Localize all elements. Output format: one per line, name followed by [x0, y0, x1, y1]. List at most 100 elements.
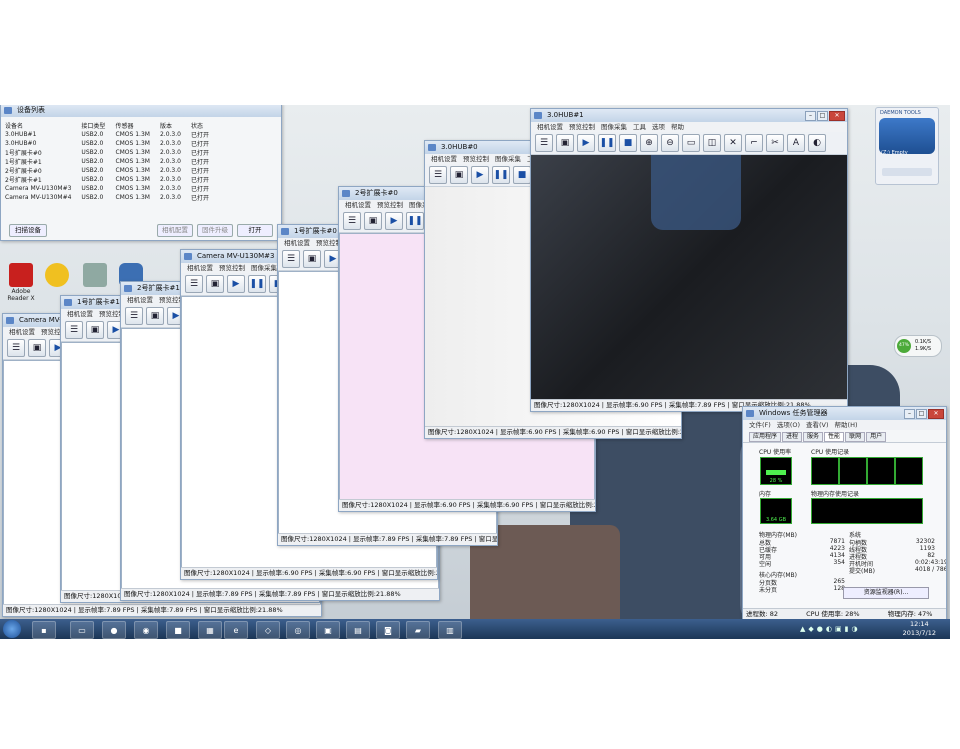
settings-icon[interactable]: ▣: [303, 250, 321, 268]
gadget-toolbar[interactable]: [882, 168, 932, 176]
desktop-icon-adobe-reader[interactable]: Adobe Reader X: [2, 263, 40, 302]
task-manager-tab[interactable]: 性能: [824, 432, 845, 442]
close-button[interactable]: ✕: [829, 111, 845, 121]
taskbar-app-3[interactable]: ■: [166, 621, 190, 639]
taskbar-app-9[interactable]: ◙: [376, 621, 400, 639]
start-button[interactable]: [3, 620, 21, 638]
camera-menu-item[interactable]: 预览控制: [377, 201, 403, 209]
tools-icon[interactable]: ✕: [724, 134, 742, 152]
zoom-out-icon[interactable]: ⊖: [661, 134, 679, 152]
stop-icon[interactable]: ■: [513, 166, 531, 184]
task-manager-menu-item[interactable]: 帮助(H): [835, 421, 858, 429]
play-icon[interactable]: ▶: [227, 275, 245, 293]
camera-menu-item[interactable]: 预览控制: [219, 264, 245, 272]
taskbar-app-2[interactable]: ●: [102, 621, 126, 639]
settings-icon[interactable]: ▣: [206, 275, 224, 293]
device-row[interactable]: 3.0HUB#0 USB2.0 CMOS 1.3M 2.0.3.0 已打开: [5, 139, 219, 148]
taskbar-app-5[interactable]: ◇: [256, 621, 280, 639]
firmware-upgrade-button[interactable]: 固件升级: [197, 224, 233, 237]
taskbar-explorer-icon[interactable]: ▭: [70, 621, 94, 639]
maximize-button[interactable]: □: [916, 409, 927, 419]
task-manager-menu-item[interactable]: 选项(O): [777, 421, 800, 429]
snapshot-icon[interactable]: ◫: [703, 134, 721, 152]
task-manager-menu-item[interactable]: 文件(F): [749, 421, 771, 429]
device-list-icon[interactable]: ☰: [65, 321, 83, 339]
device-list-icon[interactable]: ☰: [185, 275, 203, 293]
maximize-button[interactable]: □: [817, 111, 828, 121]
color-wheel-icon[interactable]: ◐: [808, 134, 826, 152]
taskbar-app-10[interactable]: ▰: [406, 621, 430, 639]
minimize-button[interactable]: –: [904, 409, 915, 419]
task-manager-tab[interactable]: 用户: [866, 432, 887, 442]
camera-menu-item[interactable]: 相机设置: [127, 296, 153, 304]
play-icon[interactable]: ▶: [577, 134, 595, 152]
settings-icon[interactable]: ▣: [28, 339, 46, 357]
device-row[interactable]: Camera MV-U130M#4 USB2.0 CMOS 1.3M 2.0.3.0 已…: [5, 193, 219, 202]
device-list-icon[interactable]: ☰: [343, 212, 361, 230]
system-tray-icons[interactable]: ▲◆●◐▣▮◑: [800, 625, 861, 633]
task-manager-tab[interactable]: 进程: [782, 432, 803, 442]
taskbar-app-1[interactable]: ▪: [32, 621, 56, 639]
taskbar-app-7[interactable]: ▣: [316, 621, 340, 639]
camera-menu-item[interactable]: 预览控制: [569, 123, 595, 131]
settings-icon[interactable]: ▣: [146, 307, 164, 325]
stop-icon[interactable]: ■: [619, 134, 637, 152]
pause-icon[interactable]: ❚❚: [248, 275, 266, 293]
task-manager-tab[interactable]: 服务: [803, 432, 824, 442]
task-manager-tab[interactable]: 应用程序: [749, 432, 782, 442]
pause-icon[interactable]: ❚❚: [492, 166, 510, 184]
taskbar-app-11[interactable]: ▥: [438, 621, 462, 639]
camera-menu-item[interactable]: 预览控制: [463, 155, 489, 163]
ruler-icon[interactable]: ⌐: [745, 134, 763, 152]
minimize-button[interactable]: –: [805, 111, 816, 121]
device-list-icon[interactable]: ☰: [282, 250, 300, 268]
desktop-icon-qq[interactable]: [38, 263, 76, 288]
camera-menu-item[interactable]: 相机设置: [284, 239, 310, 247]
play-icon[interactable]: ▶: [471, 166, 489, 184]
task-manager-tab[interactable]: 联网: [845, 432, 866, 442]
ae-icon[interactable]: A: [787, 134, 805, 152]
settings-icon[interactable]: ▣: [364, 212, 382, 230]
camera-menu-item[interactable]: 相机设置: [345, 201, 371, 209]
device-column-header[interactable]: 版本: [160, 121, 191, 130]
device-list-icon[interactable]: ☰: [535, 134, 553, 152]
device-row[interactable]: 3.0HUB#1 USB2.0 CMOS 1.3M 2.0.3.0 已打开: [5, 130, 219, 139]
camera-menu-item[interactable]: 选项: [652, 123, 665, 131]
zoom-in-icon[interactable]: ⊕: [640, 134, 658, 152]
camera-menu-item[interactable]: 相机设置: [431, 155, 457, 163]
camera-preview[interactable]: [531, 155, 847, 400]
taskbar-app-4[interactable]: ▦: [198, 621, 222, 639]
camera-menu-item[interactable]: 相机设置: [9, 328, 35, 336]
device-column-header[interactable]: 接口类型: [81, 121, 115, 130]
taskbar-clock[interactable]: 12:14 2013/7/12: [903, 620, 936, 638]
taskbar-app-6[interactable]: ◎: [286, 621, 310, 639]
resource-monitor-button[interactable]: 资源监视器(R)...: [843, 587, 929, 599]
camera-menu-item[interactable]: 图像采集: [251, 264, 277, 272]
daemon-tools-gadget[interactable]: DAEMON TOOLS (Z:) Empty: [875, 107, 939, 185]
device-row[interactable]: 1号扩展卡#1 USB2.0 CMOS 1.3M 2.0.3.0 已打开: [5, 157, 219, 166]
camera-config-button[interactable]: 相机配置: [157, 224, 193, 237]
device-column-header[interactable]: 设备名: [5, 121, 81, 130]
camera-menu-item[interactable]: 图像采集: [495, 155, 521, 163]
taskbar-chrome-icon[interactable]: ◉: [134, 621, 158, 639]
device-row[interactable]: 1号扩展卡#0 USB2.0 CMOS 1.3M 2.0.3.0 已打开: [5, 148, 219, 157]
scan-devices-button[interactable]: 扫描设备: [9, 224, 47, 237]
camera-menu-item[interactable]: 工具: [633, 123, 646, 131]
desktop-icon-app[interactable]: [76, 263, 114, 288]
monitor-icon[interactable]: ▭: [682, 134, 700, 152]
device-list-icon[interactable]: ☰: [429, 166, 447, 184]
device-list-icon[interactable]: ☰: [125, 307, 143, 325]
camera-menu-item[interactable]: 帮助: [671, 123, 684, 131]
camera-menu-item[interactable]: 图像采集: [601, 123, 627, 131]
settings-icon[interactable]: ▣: [86, 321, 104, 339]
pause-icon[interactable]: ❚❚: [406, 212, 424, 230]
wrench-icon[interactable]: ✂: [766, 134, 784, 152]
open-device-button[interactable]: 打开: [237, 224, 273, 237]
taskbar-ie-icon[interactable]: e: [224, 621, 248, 639]
task-manager-menu-item[interactable]: 查看(V): [806, 421, 829, 429]
virtual-drive-icon[interactable]: [879, 118, 935, 154]
device-list-icon[interactable]: ☰: [7, 339, 25, 357]
play-icon[interactable]: ▶: [385, 212, 403, 230]
settings-icon[interactable]: ▣: [450, 166, 468, 184]
device-row[interactable]: 2号扩展卡#0 USB2.0 CMOS 1.3M 2.0.3.0 已打开: [5, 166, 219, 175]
